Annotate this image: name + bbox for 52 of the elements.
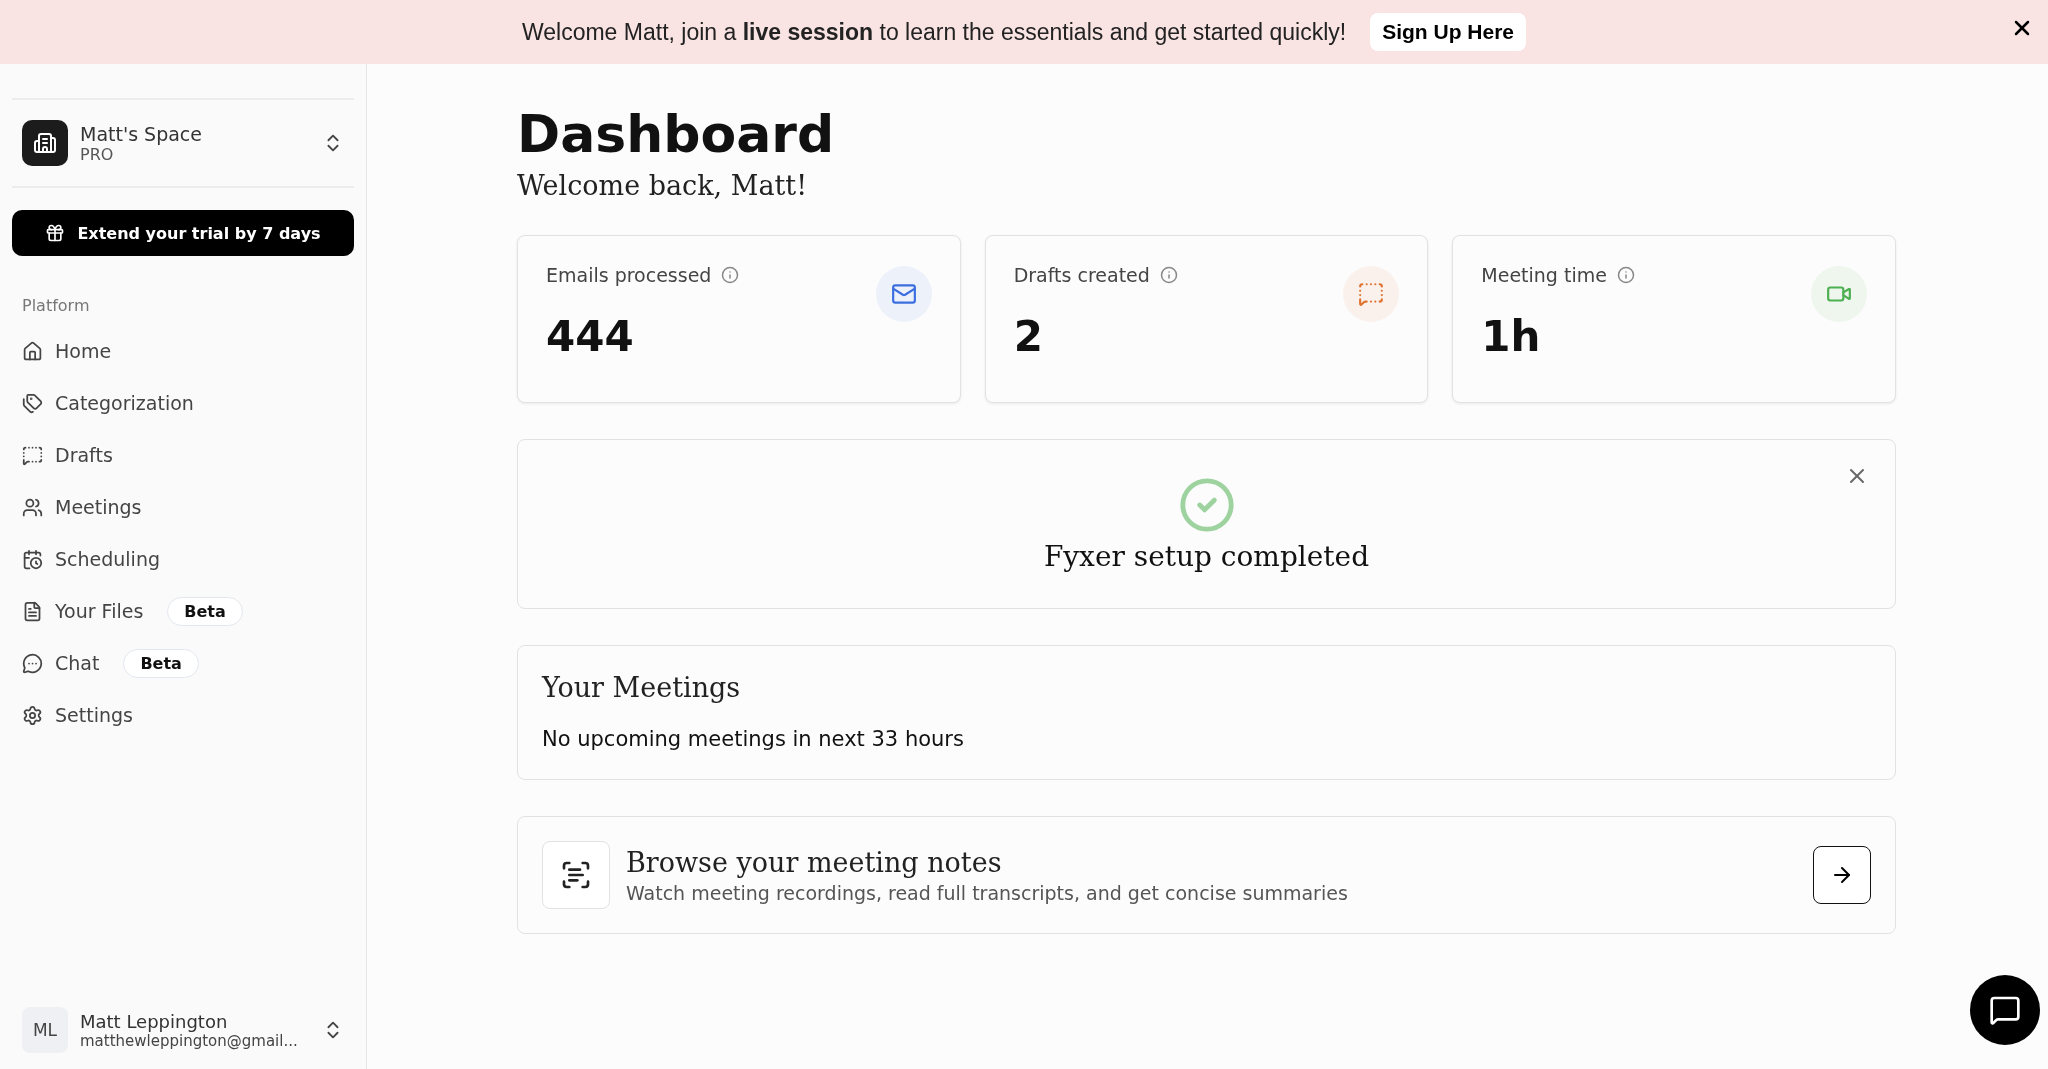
user-name: Matt Leppington — [80, 1010, 229, 1032]
arrow-button[interactable] — [1813, 846, 1871, 904]
stat-value: 1h — [1481, 312, 1542, 361]
nav-item[interactable]: Drafts — [12, 429, 354, 481]
home-icon — [22, 340, 43, 362]
setup-text: Fyxer setup completed — [1043, 539, 1370, 573]
sign-up-button[interactable]: Sign Up Here — [1370, 13, 1527, 51]
nav-item[interactable]: Your Files Beta — [12, 585, 354, 637]
nav-item[interactable]: Home — [12, 325, 354, 377]
extend-trial-button[interactable]: Extend your trial by 7 days — [12, 210, 354, 256]
notes-title: Browse your meeting notes — [626, 846, 1003, 878]
users-icon — [22, 496, 43, 518]
stat-value: 444 — [546, 312, 635, 361]
nav-item[interactable]: Chat Beta — [12, 637, 354, 689]
document-icon — [22, 600, 43, 622]
settings-icon — [22, 704, 43, 726]
chat-icon — [22, 652, 43, 674]
meeting-notes-card[interactable]: Browse your meeting notes Watch meeting recordings, read full transcripts, and get concise summaries — [517, 816, 1896, 934]
dashed-chat-bubble-icon — [22, 444, 43, 466]
workspace-name: Matt's Space — [80, 122, 203, 145]
workspace-switcher[interactable]: Matt's Space PRO — [12, 98, 354, 188]
stat-value: 2 — [1013, 312, 1044, 361]
banner-text: Welcome Matt, join a live session to learn the essentials and get started quickly! — [521, 18, 1347, 46]
nav-item[interactable]: Scheduling — [12, 533, 354, 585]
calendar-clock-icon — [22, 548, 43, 570]
info-icon[interactable] — [1159, 266, 1178, 284]
nav-item[interactable]: Meetings — [12, 481, 354, 533]
stat-label: Meeting time — [1481, 264, 1607, 286]
workspace-plan: PRO — [80, 144, 115, 164]
beta-badge: Beta — [167, 596, 243, 626]
nav-item[interactable]: Categorization — [12, 377, 354, 429]
beta-badge: Beta — [123, 648, 199, 678]
meetings-title: Your Meetings — [542, 672, 742, 703]
info-icon[interactable] — [721, 266, 740, 284]
check-circle-icon — [1177, 475, 1236, 534]
scan-text-icon — [542, 841, 610, 909]
info-icon[interactable] — [1616, 266, 1635, 284]
avatar-initials: ML — [22, 1007, 68, 1053]
section-label: Platform — [22, 296, 91, 315]
stat-label: Emails processed — [546, 264, 712, 286]
chat-bubble-icon — [1989, 994, 2021, 1026]
page-title: Dashboard — [517, 104, 836, 164]
user-email: matthewleppington@gmail... — [80, 1031, 299, 1050]
user-menu[interactable]: ML Matt Leppington matthewleppington@gmail... — [12, 993, 354, 1069]
building-icon — [22, 120, 68, 166]
nav-item[interactable]: Settings — [12, 689, 354, 741]
empty-message: No upcoming meetings in next 33 hours — [542, 727, 965, 751]
gift-icon — [45, 223, 66, 243]
stat-label: Drafts created — [1013, 264, 1150, 286]
page-subtitle: Welcome back, Matt! — [517, 170, 809, 201]
tags-icon — [22, 392, 43, 414]
notes-description: Watch meeting recordings, read full transcripts, and get concise summaries — [626, 881, 1349, 904]
